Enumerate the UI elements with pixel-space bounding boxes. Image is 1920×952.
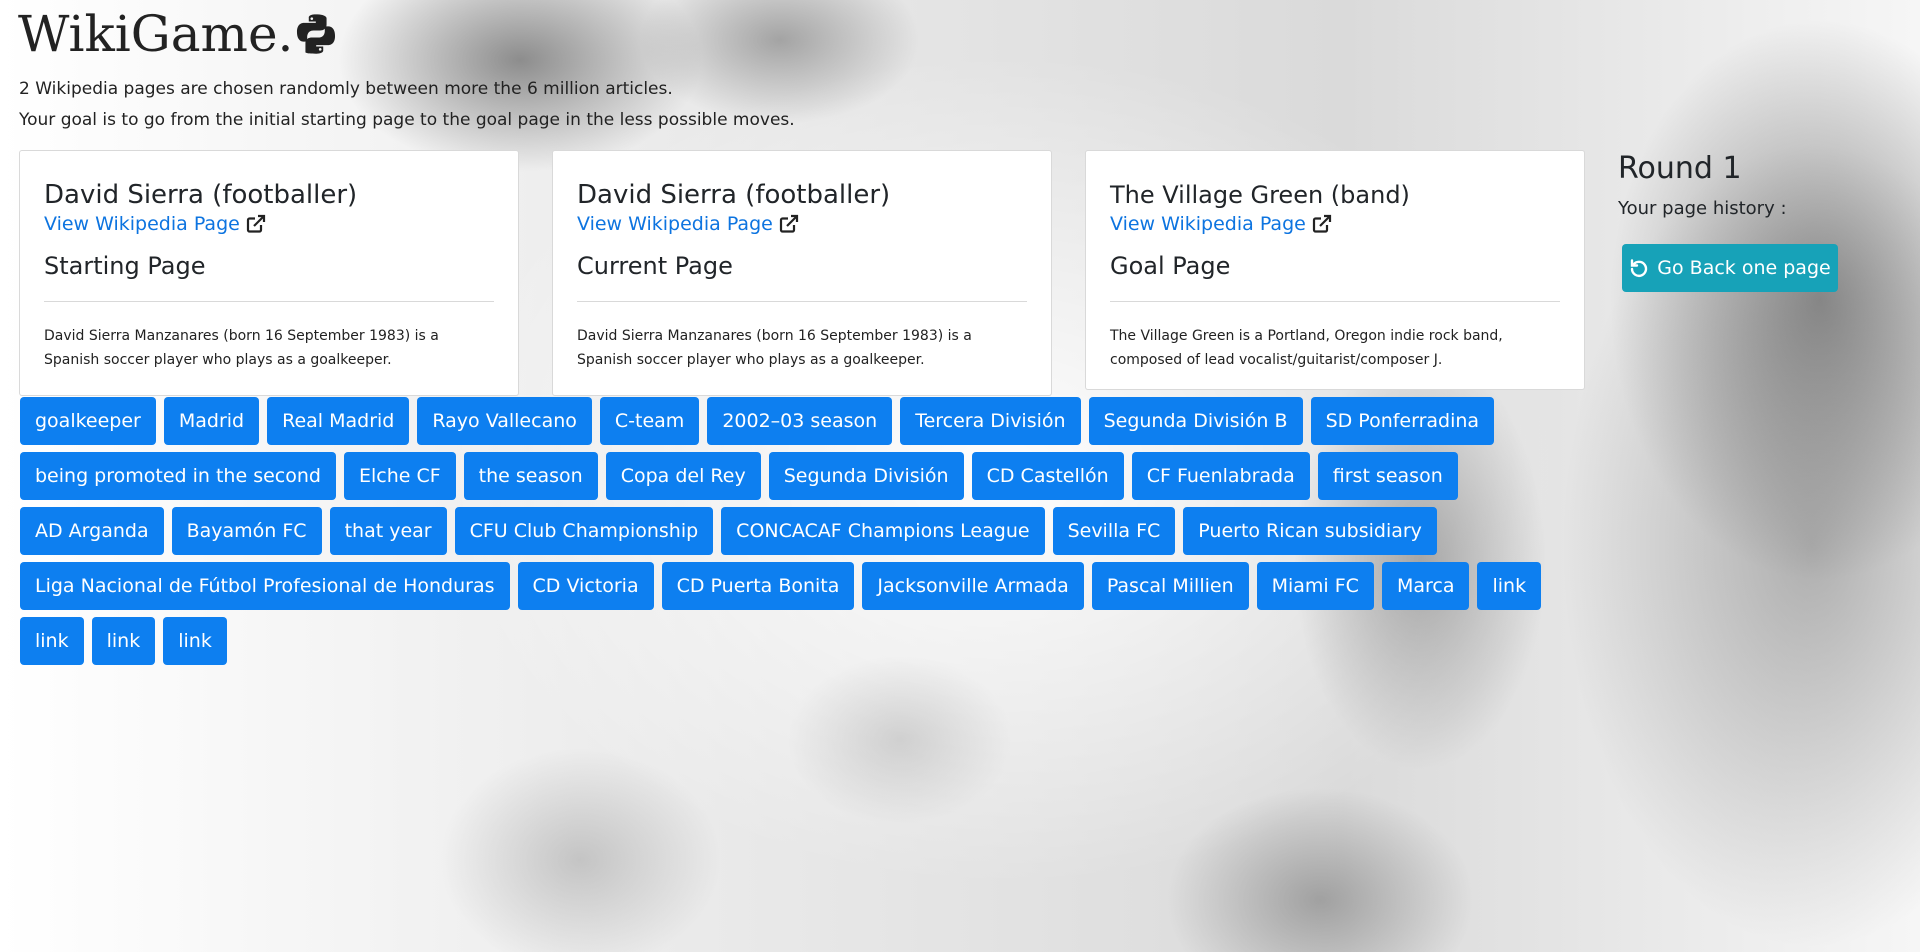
card-title: The Village Green (band) [1110, 181, 1410, 209]
article-link-button[interactable]: Elche CF [343, 452, 456, 500]
article-link-button[interactable]: Real Madrid [267, 397, 410, 445]
external-link-icon [1312, 214, 1331, 233]
article-link-button[interactable]: CF Fuenlabrada [1131, 452, 1310, 500]
card-role: Goal Page [1110, 252, 1231, 280]
intro-text: 2 Wikipedia pages are chosen randomly be… [19, 74, 795, 136]
logo-text: WikiGame. [18, 5, 294, 63]
undo-icon [1631, 259, 1648, 278]
round-label: Round 1 [1618, 151, 1742, 186]
article-link-button[interactable]: link [163, 617, 227, 665]
article-link-button[interactable]: C-team [599, 397, 700, 445]
card-title: David Sierra (footballer) [44, 180, 358, 210]
go-back-label: Go Back one page [1657, 257, 1831, 279]
intro-line-1: 2 Wikipedia pages are chosen randomly be… [19, 79, 673, 99]
article-link-button[interactable]: Liga Nacional de Fútbol Profesional de H… [20, 562, 510, 610]
card-role: Current Page [577, 252, 733, 280]
card-summary: David Sierra Manzanares (born 16 Septemb… [577, 328, 972, 368]
article-link-button[interactable]: Jacksonville Armada [862, 562, 1084, 610]
card-divider [1110, 301, 1560, 302]
card-divider [44, 301, 494, 302]
article-link-button[interactable]: CD Puerta Bonita [661, 562, 855, 610]
article-link-button[interactable]: Copa del Rey [605, 452, 761, 500]
page-history-label: Your page history : [1618, 198, 1787, 219]
article-link-button[interactable]: link [1477, 562, 1542, 610]
article-link-button[interactable]: the season [463, 452, 598, 500]
card-title: David Sierra (footballer) [577, 180, 891, 210]
article-link-button[interactable]: Miami FC [1256, 562, 1374, 610]
article-link-button[interactable]: AD Arganda [20, 507, 164, 555]
article-link-button[interactable]: Pascal Millien [1091, 562, 1249, 610]
article-link-button[interactable]: goalkeeper [20, 397, 156, 445]
article-link-button[interactable]: CD Victoria [517, 562, 654, 610]
python-logo-icon [297, 14, 336, 54]
article-link-button[interactable]: Puerto Rican subsidiary [1183, 507, 1437, 555]
card-divider [577, 301, 1027, 302]
article-link-button[interactable]: 2002–03 season [707, 397, 893, 445]
view-wikipedia-link[interactable]: View Wikipedia Page [577, 211, 799, 237]
article-link-button[interactable]: Madrid [163, 397, 260, 445]
article-link-button[interactable]: Sevilla FC [1052, 507, 1176, 555]
app-logo: WikiGame. [18, 4, 337, 64]
card-role: Starting Page [44, 252, 206, 280]
goal-page-card: The Village Green (band) View Wikipedia … [1085, 150, 1585, 390]
intro-line-2: Your goal is to go from the initial star… [19, 110, 795, 130]
article-link-button[interactable]: link [91, 617, 156, 665]
current-page-card: David Sierra (footballer) View Wikipedia… [552, 150, 1052, 396]
article-link-button[interactable]: Segunda División B [1088, 397, 1303, 445]
article-link-button[interactable]: that year [329, 507, 447, 555]
card-summary: David Sierra Manzanares (born 16 Septemb… [44, 328, 439, 368]
view-wikipedia-link[interactable]: View Wikipedia Page [1110, 211, 1332, 237]
link-label: View Wikipedia Page [44, 213, 240, 235]
link-label: View Wikipedia Page [1110, 213, 1306, 235]
starting-page-card: David Sierra (footballer) View Wikipedia… [19, 150, 519, 396]
article-link-button[interactable]: link [20, 617, 84, 665]
article-link-button[interactable]: Segunda División [768, 452, 964, 500]
article-link-button[interactable]: SD Ponferradina [1310, 397, 1495, 445]
article-link-button[interactable]: CD Castellón [971, 452, 1124, 500]
link-label: View Wikipedia Page [577, 213, 773, 235]
external-link-icon [246, 214, 265, 233]
view-wikipedia-link[interactable]: View Wikipedia Page [44, 211, 266, 237]
article-link-button[interactable]: first season [1317, 452, 1458, 500]
external-link-icon [779, 214, 798, 233]
article-links: goalkeeper Madrid Real Madrid Rayo Vallecan… [20, 397, 1580, 665]
card-summary: The Village Green is a Portland, Oregon … [1110, 328, 1503, 368]
article-link-button[interactable]: CFU Club Championship [454, 507, 714, 555]
go-back-button[interactable]: Go Back one page [1622, 244, 1838, 292]
article-link-button[interactable]: Tercera División [900, 397, 1081, 445]
article-link-button[interactable]: being promoted in the second [20, 452, 336, 500]
article-link-button[interactable]: Marca [1381, 562, 1470, 610]
round-panel: Round 1 Your page history : Go Back one … [1618, 150, 1838, 292]
article-link-button[interactable]: Rayo Vallecano [417, 397, 592, 445]
article-link-button[interactable]: Bayamón FC [171, 507, 322, 555]
article-link-button[interactable]: CONCACAF Champions League [721, 507, 1045, 555]
